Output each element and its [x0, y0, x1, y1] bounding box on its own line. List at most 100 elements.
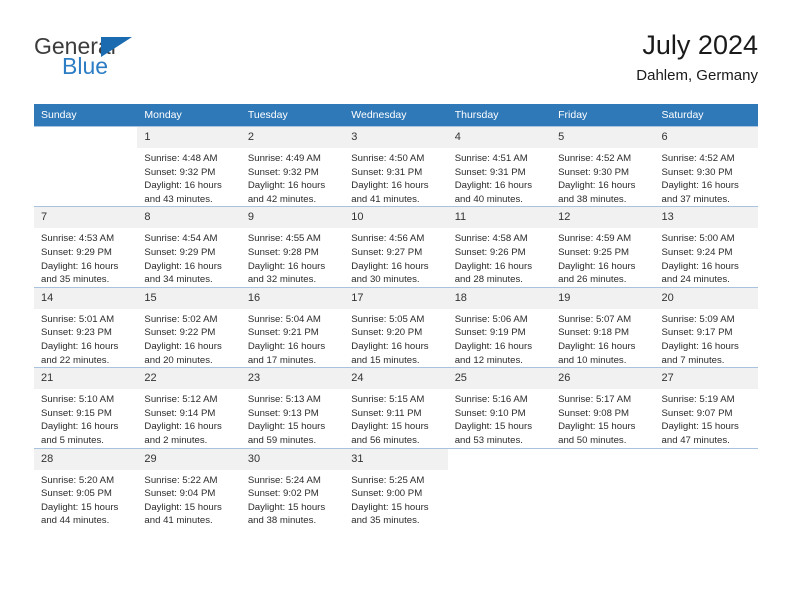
calendar-day-cell[interactable]: 29 Sunrise: 5:22 AM Sunset: 9:04 PM Dayligh…	[137, 447, 241, 528]
calendar-day-cell[interactable]: 1 Sunrise: 4:48 AM Sunset: 9:32 PM Daylight…	[137, 125, 241, 207]
calendar-week-row: 28 Sunrise: 5:20 AM Sunset: 9:05 PM Dayligh…	[34, 447, 758, 528]
calendar-day-cell[interactable]: 22 Sunrise: 5:12 AM Sunset: 9:14 PM Dayligh…	[137, 367, 241, 448]
calendar-day-cell[interactable]: 28 Sunrise: 5:20 AM Sunset: 9:05 PM Dayligh…	[34, 447, 138, 528]
calendar-day-cell[interactable]: 5 Sunrise: 4:52 AM Sunset: 9:30 PM Daylight…	[551, 125, 655, 207]
day-detail-line: Sunset: 9:30 PM	[558, 166, 630, 178]
day-number: 25	[447, 368, 552, 390]
day-number: 30	[240, 448, 345, 470]
calendar-day-cell[interactable]: 6 Sunrise: 4:52 AM Sunset: 9:30 PM Daylight…	[654, 125, 758, 207]
day-detail-line: Sunset: 9:26 PM	[454, 246, 526, 258]
day-detail-line: and 50 minutes.	[558, 434, 627, 446]
day-number: 13	[654, 207, 758, 229]
day-number: 22	[137, 368, 241, 390]
calendar-day-cell[interactable]: 9 Sunrise: 4:55 AM Sunset: 9:28 PM Daylight…	[240, 206, 345, 288]
day-detail-line: Sunset: 9:22 PM	[144, 327, 216, 339]
day-number: 27	[654, 368, 758, 390]
day-detail-line: and 53 minutes.	[454, 434, 523, 446]
calendar-day-cell[interactable]: 25 Sunrise: 5:16 AM Sunset: 9:10 PM Dayligh…	[447, 367, 552, 448]
day-detail-line: Daylight: 15 hours	[351, 421, 429, 433]
day-number: 23	[240, 368, 345, 390]
day-detail-line: Sunrise: 5:24 AM	[247, 474, 321, 486]
calendar-day-cell[interactable]: 31 Sunrise: 5:25 AM Sunset: 9:00 PM Dayligh…	[344, 447, 448, 528]
calendar-day-cell[interactable]: 27 Sunrise: 5:19 AM Sunset: 9:07 PM Dayligh…	[654, 367, 758, 448]
day-number: 28	[34, 448, 138, 470]
calendar-day-cell[interactable]: 18 Sunrise: 5:06 AM Sunset: 9:19 PM Dayligh…	[447, 286, 552, 368]
calendar-day-cell[interactable]: 2 Sunrise: 4:49 AM Sunset: 9:32 PM Daylight…	[240, 125, 345, 207]
day-detail-line: and 59 minutes.	[247, 434, 317, 446]
day-number: 29	[137, 448, 241, 470]
day-details: Sunrise: 4:58 AM Sunset: 9:26 PM Daylight:…	[448, 228, 551, 286]
calendar-day-cell[interactable]: 14 Sunrise: 5:01 AM Sunset: 9:23 PM Dayligh…	[34, 286, 138, 368]
calendar-day-cell[interactable]: 20 Sunrise: 5:09 AM Sunset: 9:17 PM Dayligh…	[654, 286, 758, 368]
calendar-day-cell[interactable]: 23 Sunrise: 5:13 AM Sunset: 9:13 PM Dayligh…	[240, 367, 345, 448]
calendar-week-row: 1 Sunrise: 4:48 AM Sunset: 9:32 PM Daylight…	[34, 125, 758, 207]
day-details: Sunrise: 5:02 AM Sunset: 9:22 PM Daylight:…	[137, 309, 240, 367]
calendar-day-cell[interactable]: 15 Sunrise: 5:02 AM Sunset: 9:22 PM Dayligh…	[137, 286, 241, 368]
day-detail-line: and 40 minutes.	[454, 193, 523, 205]
day-detail-line: Daylight: 16 hours	[41, 260, 119, 272]
brand-logo[interactable]: General Blue	[34, 34, 264, 94]
day-details: Sunrise: 4:54 AM Sunset: 9:29 PM Daylight:…	[137, 228, 240, 286]
day-detail-line: Daylight: 16 hours	[558, 180, 636, 192]
day-number	[551, 449, 654, 470]
day-number: 11	[447, 207, 552, 229]
day-details	[34, 148, 137, 152]
day-detail-line: Daylight: 16 hours	[454, 180, 533, 192]
day-number	[34, 127, 137, 148]
day-detail-line: Sunset: 9:21 PM	[247, 327, 319, 339]
day-detail-line: Sunset: 9:30 PM	[661, 166, 733, 178]
calendar-body: 1 Sunrise: 4:48 AM Sunset: 9:32 PM Daylight…	[34, 125, 758, 528]
day-details: Sunrise: 5:12 AM Sunset: 9:14 PM Daylight:…	[137, 389, 240, 447]
calendar-day-cell[interactable]: 16 Sunrise: 5:04 AM Sunset: 9:21 PM Dayligh…	[240, 286, 345, 368]
day-detail-line: Daylight: 16 hours	[247, 340, 326, 352]
calendar-day-cell[interactable]: 30 Sunrise: 5:24 AM Sunset: 9:02 PM Dayligh…	[240, 447, 345, 528]
day-number	[655, 449, 758, 470]
day-detail-line: and 35 minutes.	[351, 515, 420, 527]
day-detail-line: Daylight: 16 hours	[41, 340, 119, 352]
day-detail-line: Daylight: 16 hours	[144, 180, 222, 192]
day-detail-line: Sunrise: 4:51 AM	[454, 153, 528, 164]
day-detail-line: Daylight: 15 hours	[247, 421, 326, 433]
day-detail-line: Sunset: 9:02 PM	[247, 488, 319, 500]
day-detail-line: Sunset: 9:04 PM	[144, 488, 216, 500]
day-number: 21	[34, 368, 138, 390]
day-detail-line: and 37 minutes.	[661, 193, 730, 205]
calendar-day-cell[interactable]: 8 Sunrise: 4:54 AM Sunset: 9:29 PM Daylight…	[137, 206, 241, 288]
day-detail-line: Sunset: 9:10 PM	[454, 407, 526, 419]
calendar-day-cell[interactable]: 4 Sunrise: 4:51 AM Sunset: 9:31 PM Daylight…	[447, 125, 552, 207]
day-number: 31	[344, 448, 448, 470]
calendar-week-row: 7 Sunrise: 4:53 AM Sunset: 9:29 PM Daylight…	[34, 206, 758, 288]
day-detail-line: and 56 minutes.	[351, 434, 420, 446]
day-details: Sunrise: 5:10 AM Sunset: 9:15 PM Daylight:…	[34, 389, 137, 447]
day-detail-line: Sunset: 9:32 PM	[144, 166, 216, 178]
day-detail-line: and 30 minutes.	[351, 274, 420, 286]
day-detail-line: Sunrise: 4:59 AM	[558, 233, 632, 245]
day-detail-line: Daylight: 15 hours	[247, 501, 326, 513]
calendar-day-cell[interactable]: 11 Sunrise: 4:58 AM Sunset: 9:26 PM Dayligh…	[447, 206, 552, 288]
day-detail-line: Sunset: 9:13 PM	[247, 407, 319, 419]
day-details: Sunrise: 4:50 AM Sunset: 9:31 PM Daylight:…	[344, 148, 447, 206]
day-details: Sunrise: 4:52 AM Sunset: 9:30 PM Daylight:…	[551, 148, 654, 206]
calendar-day-cell[interactable]: 26 Sunrise: 5:17 AM Sunset: 9:08 PM Dayligh…	[551, 367, 655, 448]
day-detail-line: Sunset: 9:19 PM	[454, 327, 526, 339]
day-detail-line: and 41 minutes.	[351, 193, 420, 205]
day-detail-line: Sunrise: 5:12 AM	[144, 394, 218, 406]
day-details: Sunrise: 5:25 AM Sunset: 9:00 PM Daylight:…	[344, 470, 447, 528]
day-detail-line: Sunset: 9:17 PM	[661, 327, 733, 339]
calendar-day-cell[interactable]: 21 Sunrise: 5:10 AM Sunset: 9:15 PM Dayligh…	[34, 367, 138, 448]
calendar-day-cell[interactable]: 17 Sunrise: 5:05 AM Sunset: 9:20 PM Dayligh…	[344, 286, 448, 368]
day-details: Sunrise: 5:22 AM Sunset: 9:04 PM Daylight:…	[137, 470, 240, 528]
day-detail-line: and 32 minutes.	[247, 274, 317, 286]
calendar-day-cell[interactable]: 7 Sunrise: 4:53 AM Sunset: 9:29 PM Daylight…	[34, 206, 138, 288]
calendar-day-cell[interactable]: 3 Sunrise: 4:50 AM Sunset: 9:31 PM Daylight…	[344, 125, 448, 207]
day-details: Sunrise: 4:49 AM Sunset: 9:32 PM Daylight:…	[241, 148, 344, 206]
calendar-day-cell[interactable]: 10 Sunrise: 4:56 AM Sunset: 9:27 PM Dayligh…	[344, 206, 448, 288]
day-detail-line: Sunset: 9:27 PM	[351, 246, 423, 258]
calendar-day-cell[interactable]: 13 Sunrise: 5:00 AM Sunset: 9:24 PM Dayligh…	[654, 206, 758, 288]
day-detail-line: Sunset: 9:15 PM	[41, 407, 112, 419]
calendar-day-cell[interactable]: 24 Sunrise: 5:15 AM Sunset: 9:11 PM Dayligh…	[344, 367, 448, 448]
calendar-day-cell[interactable]: 19 Sunrise: 5:07 AM Sunset: 9:18 PM Dayligh…	[551, 286, 655, 368]
calendar-day-cell[interactable]: 12 Sunrise: 4:59 AM Sunset: 9:25 PM Dayligh…	[551, 206, 655, 288]
calendar-week-row: 21 Sunrise: 5:10 AM Sunset: 9:15 PM Dayligh…	[34, 367, 758, 448]
day-number: 26	[551, 368, 655, 390]
